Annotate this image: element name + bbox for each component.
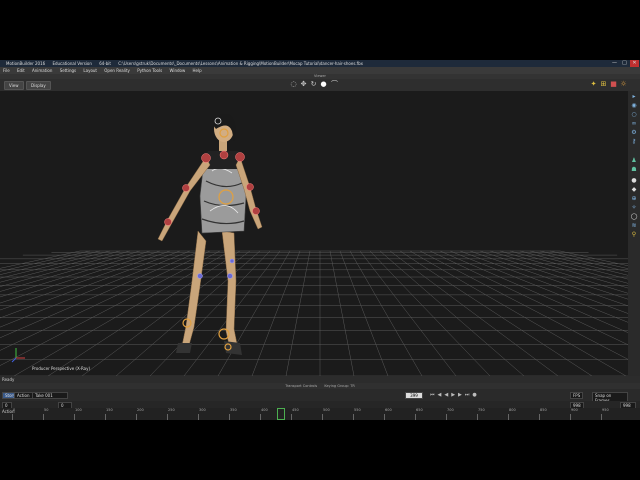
menu-python-tools[interactable]: Python Tools xyxy=(137,68,162,73)
close-button[interactable]: ✕ xyxy=(630,60,639,67)
minimize-button[interactable]: — xyxy=(610,60,619,67)
timeline-tick-label: 650 xyxy=(416,408,423,412)
timeline-tick-label: 600 xyxy=(385,408,392,412)
lasso-icon[interactable]: ○ xyxy=(630,111,638,118)
ground-grid xyxy=(0,250,628,376)
camera-label: Producer Perspective (X-Ray) xyxy=(32,366,91,371)
title-bar: MotionBuilder 2016 Educational Version 6… xyxy=(0,60,640,67)
frame-range-bar[interactable]: 0 0 998 998 xyxy=(0,401,640,409)
right-elbow-joint[interactable] xyxy=(246,183,254,191)
light-icon[interactable]: ✦ xyxy=(590,81,597,88)
deformer-icon[interactable]: ≋ xyxy=(630,222,638,229)
menu-window[interactable]: Window xyxy=(169,68,185,73)
gear-icon[interactable]: ⚙ xyxy=(630,129,638,136)
timeline-tick-label: 500 xyxy=(323,408,330,412)
timeline-tick-label: 700 xyxy=(447,408,454,412)
fps-field[interactable]: FPS xyxy=(570,392,584,399)
character-icon[interactable]: ♟ xyxy=(630,157,638,164)
menu-open-reality[interactable]: Open Reality xyxy=(104,68,130,73)
skeleton-icon[interactable]: ☗ xyxy=(630,166,638,173)
record-icon[interactable]: ■ xyxy=(610,81,617,88)
menu-animation[interactable]: Animation xyxy=(32,68,52,73)
take-selector[interactable]: Take 001 xyxy=(32,392,68,399)
key-icon[interactable]: ⚷ xyxy=(630,138,638,145)
transport-title: Transport Controls xyxy=(285,384,318,388)
rotate-tool-icon[interactable]: ↻ xyxy=(310,81,317,88)
maximize-button[interactable]: □ xyxy=(620,60,629,67)
timeline-tick-label: 950 xyxy=(602,408,609,412)
timeline-tick-label: 250 xyxy=(168,408,175,412)
app-title: MotionBuilder 2016 xyxy=(6,61,46,66)
snap-icon[interactable]: ⊞ xyxy=(600,81,607,88)
right-wrist-joint[interactable] xyxy=(252,207,260,215)
constraint-icon[interactable]: ⊕ xyxy=(630,195,638,202)
viewer-toolbar: View Display ◌ ✥ ↻ ● ⌒ ✦ ⊞ ■ ☼ xyxy=(0,79,640,91)
timeline-tick-label: 200 xyxy=(137,408,144,412)
timeline-ticks: 0 50 100 150 200 250 300 350 400 450 500 550 600 650 7… xyxy=(12,408,632,420)
null-icon[interactable]: ◯ xyxy=(630,213,638,220)
right-toolbar: ▸ ◉ ○ ∞ ⚙ ⚷ ♟ ☗ ● ◆ ⊕ ✧ ◯ ≋ ⚲ xyxy=(628,91,640,376)
timeline-tick-label: 300 xyxy=(199,408,206,412)
timeline-tick-label: 0 xyxy=(13,408,16,412)
timeline-tick-label: 50 xyxy=(44,408,49,412)
right-thigh-joint[interactable] xyxy=(229,258,235,264)
transport-bar: Story Action Take 001 399 ⏮◀◀▶▶⏭● FPS Sn… xyxy=(0,389,640,404)
3d-viewport[interactable]: Producer Perspective (X-Ray) xyxy=(0,91,628,376)
edition-label: Educational Version xyxy=(52,61,92,66)
left-shoulder-joint[interactable] xyxy=(201,153,211,163)
menu-file[interactable]: File xyxy=(3,68,10,73)
playback-controls[interactable]: ⏮◀◀▶▶⏭● xyxy=(430,392,550,398)
axis-gizmo xyxy=(11,348,25,363)
timeline-tick-label: 100 xyxy=(75,408,82,412)
timeline-tick-label: 550 xyxy=(354,408,361,412)
timeline-tick-label: 750 xyxy=(478,408,485,412)
view-button[interactable]: View xyxy=(4,81,24,90)
timeline-tick-label: 900 xyxy=(571,408,578,412)
neck-joint[interactable] xyxy=(219,150,229,160)
left-wrist-joint[interactable] xyxy=(164,218,172,226)
action-mode-button[interactable]: Action xyxy=(14,392,33,399)
timeline-ruler[interactable]: Action 0 50 100 150 200 250 300 350 400 450 500 550… xyxy=(0,408,640,420)
timeline-tick-label: 150 xyxy=(106,408,113,412)
select-tool-icon[interactable]: ◌ xyxy=(290,81,297,88)
sphere-icon[interactable]: ● xyxy=(630,177,638,184)
menu-edit[interactable]: Edit xyxy=(17,68,25,73)
letterbox-bottom xyxy=(0,420,640,480)
translate-tool-icon[interactable]: ✥ xyxy=(300,81,307,88)
pin-icon[interactable]: ⚲ xyxy=(630,231,638,238)
timeline-tick-label: 450 xyxy=(292,408,299,412)
timeline-tick-label: 850 xyxy=(540,408,547,412)
keying-group-label: Keying Group: TR xyxy=(324,384,355,388)
timeline-tick-label: 400 xyxy=(261,408,268,412)
marker-icon[interactable]: ◆ xyxy=(630,186,638,193)
right-shoulder-joint[interactable] xyxy=(235,152,245,162)
left-knee-joint[interactable] xyxy=(197,273,203,279)
pointer-icon[interactable]: ▸ xyxy=(630,93,638,100)
curve-tool-icon[interactable]: ⌒ xyxy=(331,81,338,88)
menu-layout[interactable]: Layout xyxy=(83,68,97,73)
menu-settings[interactable]: Settings xyxy=(60,68,76,73)
light-bulb-icon[interactable]: ✧ xyxy=(630,204,638,211)
status-text: Ready xyxy=(2,377,15,382)
scene-canvas xyxy=(0,114,628,376)
playhead[interactable] xyxy=(277,408,285,420)
right-knee-joint[interactable] xyxy=(227,273,233,279)
link-icon[interactable]: ∞ xyxy=(630,120,638,127)
status-bar: Ready xyxy=(0,376,640,383)
character-model xyxy=(157,114,263,355)
sun-icon[interactable]: ☼ xyxy=(620,81,627,88)
menu-help[interactable]: Help xyxy=(193,68,202,73)
bits-label: 64-bit xyxy=(99,61,111,66)
timeline-tick-label: 800 xyxy=(509,408,516,412)
display-button[interactable]: Display xyxy=(26,81,51,90)
left-elbow-joint[interactable] xyxy=(182,184,190,192)
camera-icon[interactable]: ◉ xyxy=(630,102,638,109)
menu-bar: File Edit Animation Settings Layout Open… xyxy=(0,67,640,74)
current-frame-field[interactable]: 399 xyxy=(405,392,423,399)
file-path: C:\Users\gstruk\Documents\_Documents\Les… xyxy=(118,61,363,66)
scale-tool-icon[interactable]: ● xyxy=(320,81,327,88)
timeline-tick-label: 350 xyxy=(230,408,237,412)
